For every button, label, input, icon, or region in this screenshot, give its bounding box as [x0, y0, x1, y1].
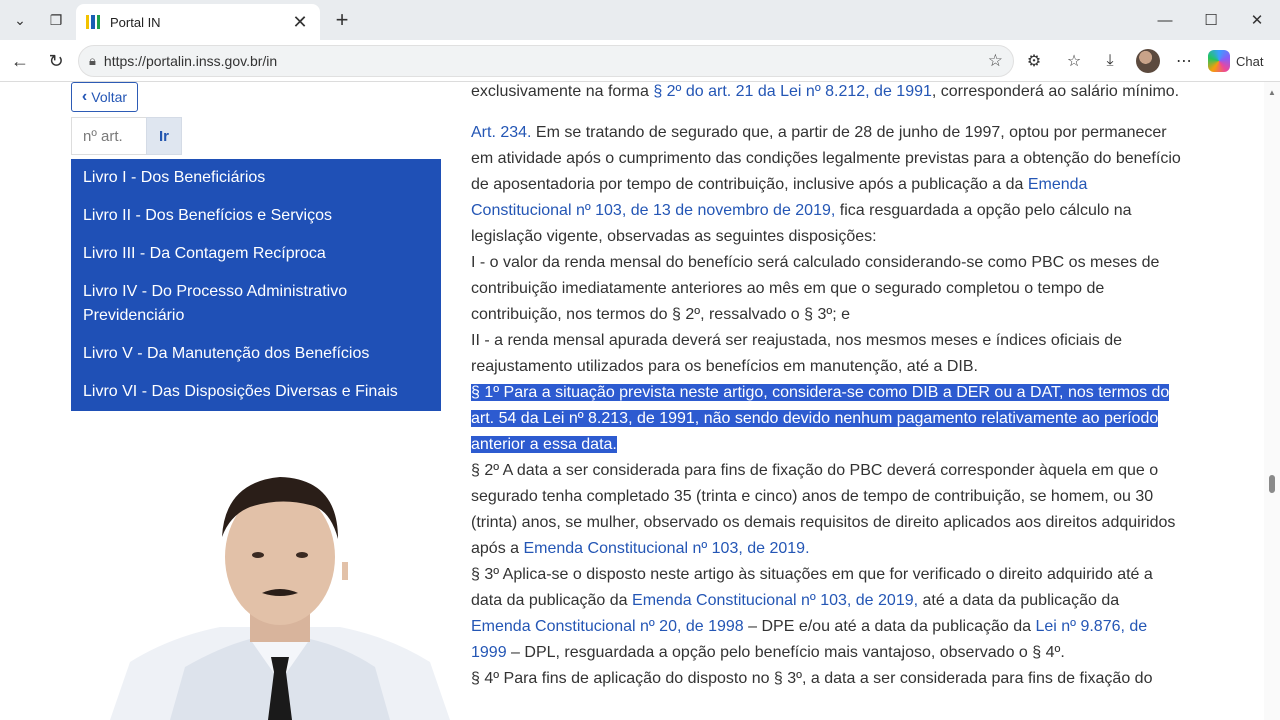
favorite-star-icon[interactable]: ☆: [988, 51, 1003, 71]
book-link[interactable]: Livro V - Da Manutenção dos Benefícios: [71, 335, 441, 373]
paragraph-1-selected: § 1º Para a situação prevista neste arti…: [471, 380, 1183, 458]
go-button[interactable]: Ir: [146, 117, 182, 155]
book-link[interactable]: Livro III - Da Contagem Recíproca: [71, 235, 441, 273]
selected-text: § 1º Para a situação prevista neste arti…: [471, 384, 1170, 453]
law-link[interactable]: Emenda Constitucional nº 103, de 2019.: [523, 540, 809, 557]
paragraph-text: , corresponderá ao salário mínimo.: [931, 83, 1180, 100]
article-number-input[interactable]: [71, 117, 146, 155]
portal-favicon-icon: [86, 15, 100, 29]
new-tab-icon[interactable]: +: [328, 6, 356, 34]
article-search: Ir: [71, 117, 182, 155]
book-link[interactable]: Livro VI - Das Disposições Diversas e Fi…: [71, 373, 441, 411]
law-link[interactable]: Emenda Constitucional nº 20, de 1998: [471, 618, 744, 635]
favorites-icon[interactable]: ☆: [1061, 48, 1087, 74]
scrollbar-thumb[interactable]: [1269, 475, 1275, 493]
chat-label: Chat: [1236, 53, 1264, 69]
book-link[interactable]: Livro II - Dos Benefícios e Serviços: [71, 197, 441, 235]
article-paragraph: exclusivamente na forma § 2º do art. 21 …: [471, 82, 1183, 105]
maximize-icon[interactable]: ☐: [1188, 0, 1234, 40]
paragraph-text: – DPE e/ou até a data da publicação da: [743, 618, 1036, 635]
tab-list-chevron-icon[interactable]: ⌄: [6, 6, 34, 34]
inciso-ii: II - a renda mensal apurada deverá ser r…: [471, 332, 1122, 375]
paragraph-4: § 4º Para fins de aplicação do disposto …: [471, 670, 1153, 687]
extensions-icon[interactable]: ⚙: [1021, 48, 1047, 74]
article-ref-link[interactable]: Art. 234.: [471, 124, 531, 141]
site-info-icon[interactable]: 🔒︎: [89, 53, 96, 69]
article-234: Art. 234. Em se tratando de segurado que…: [471, 120, 1183, 250]
book-link[interactable]: Livro IV - Do Processo Administrativo Pr…: [71, 273, 441, 335]
reload-icon[interactable]: ↻: [42, 47, 70, 75]
copilot-icon: [1208, 50, 1230, 72]
paragraph-text: até a data da publicação da: [918, 592, 1120, 609]
scroll-up-icon[interactable]: ▲: [1268, 88, 1276, 97]
window-close-icon[interactable]: ✕: [1234, 0, 1280, 40]
back-arrow-icon[interactable]: ←: [6, 47, 34, 75]
law-link[interactable]: Emenda Constitucional nº 103, de 2019,: [632, 592, 918, 609]
address-bar[interactable]: 🔒︎ https://portalin.inss.gov.br/in ☆: [78, 45, 1014, 77]
chevron-left-icon: ‹: [81, 88, 88, 105]
page-content: ‹ Voltar Ir Livro I - Dos Beneficiários …: [0, 82, 1280, 720]
tab-title: Portal IN: [110, 14, 161, 30]
tab-bar: ⌄ ❐ Portal IN ✕ + — ☐ ✕: [0, 0, 1280, 40]
law-link[interactable]: § 2º do art. 21 da Lei nº 8.212, de 1991: [653, 83, 932, 100]
back-button[interactable]: ‹ Voltar: [71, 82, 138, 112]
back-button-label: Voltar: [91, 89, 128, 105]
minimize-icon[interactable]: —: [1142, 0, 1188, 40]
paragraph-text: – DPL, resguardada a opção pelo benefíci…: [506, 644, 1065, 661]
url-text[interactable]: https://portalin.inss.gov.br/in: [104, 53, 277, 69]
presenter-video: [110, 477, 450, 720]
book-navigation: Livro I - Dos Beneficiários Livro II - D…: [71, 159, 441, 411]
book-link[interactable]: Livro I - Dos Beneficiários: [71, 159, 441, 197]
paragraph-text: exclusivamente na forma: [471, 83, 654, 100]
browser-tab[interactable]: Portal IN ✕: [76, 4, 320, 40]
tab-close-icon[interactable]: ✕: [290, 12, 310, 33]
downloads-icon[interactable]: ⤓: [1097, 48, 1123, 74]
vertical-scrollbar[interactable]: ▲: [1264, 82, 1280, 720]
address-toolbar: ← ↻ 🔒︎ https://portalin.inss.gov.br/in ☆…: [0, 40, 1280, 82]
copilot-chat-button[interactable]: Chat: [1208, 48, 1263, 74]
article-text: exclusivamente na forma § 2º do art. 21 …: [471, 82, 1183, 692]
paragraph-2: § 2º A data a ser considerada para fins …: [471, 458, 1183, 562]
profile-avatar[interactable]: [1136, 49, 1160, 73]
more-menu-icon[interactable]: ⋯: [1171, 48, 1197, 74]
workspaces-icon[interactable]: ❐: [42, 6, 70, 34]
inciso-i: I - o valor da renda mensal do benefício…: [471, 254, 1160, 323]
paragraph-3: § 3º Aplica-se o disposto neste artigo à…: [471, 562, 1183, 666]
